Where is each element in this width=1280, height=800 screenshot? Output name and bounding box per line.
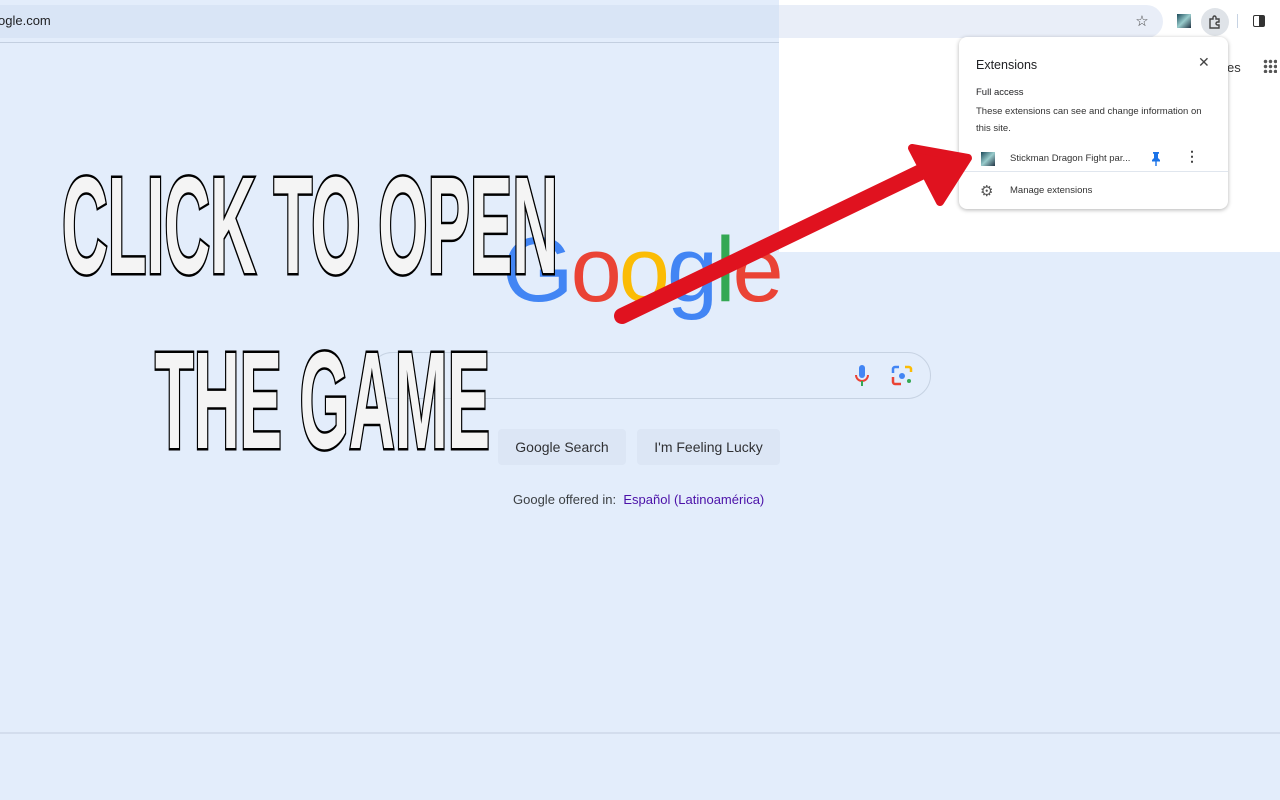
red-arrow-icon bbox=[614, 144, 972, 324]
bottom-divider bbox=[0, 732, 1280, 734]
